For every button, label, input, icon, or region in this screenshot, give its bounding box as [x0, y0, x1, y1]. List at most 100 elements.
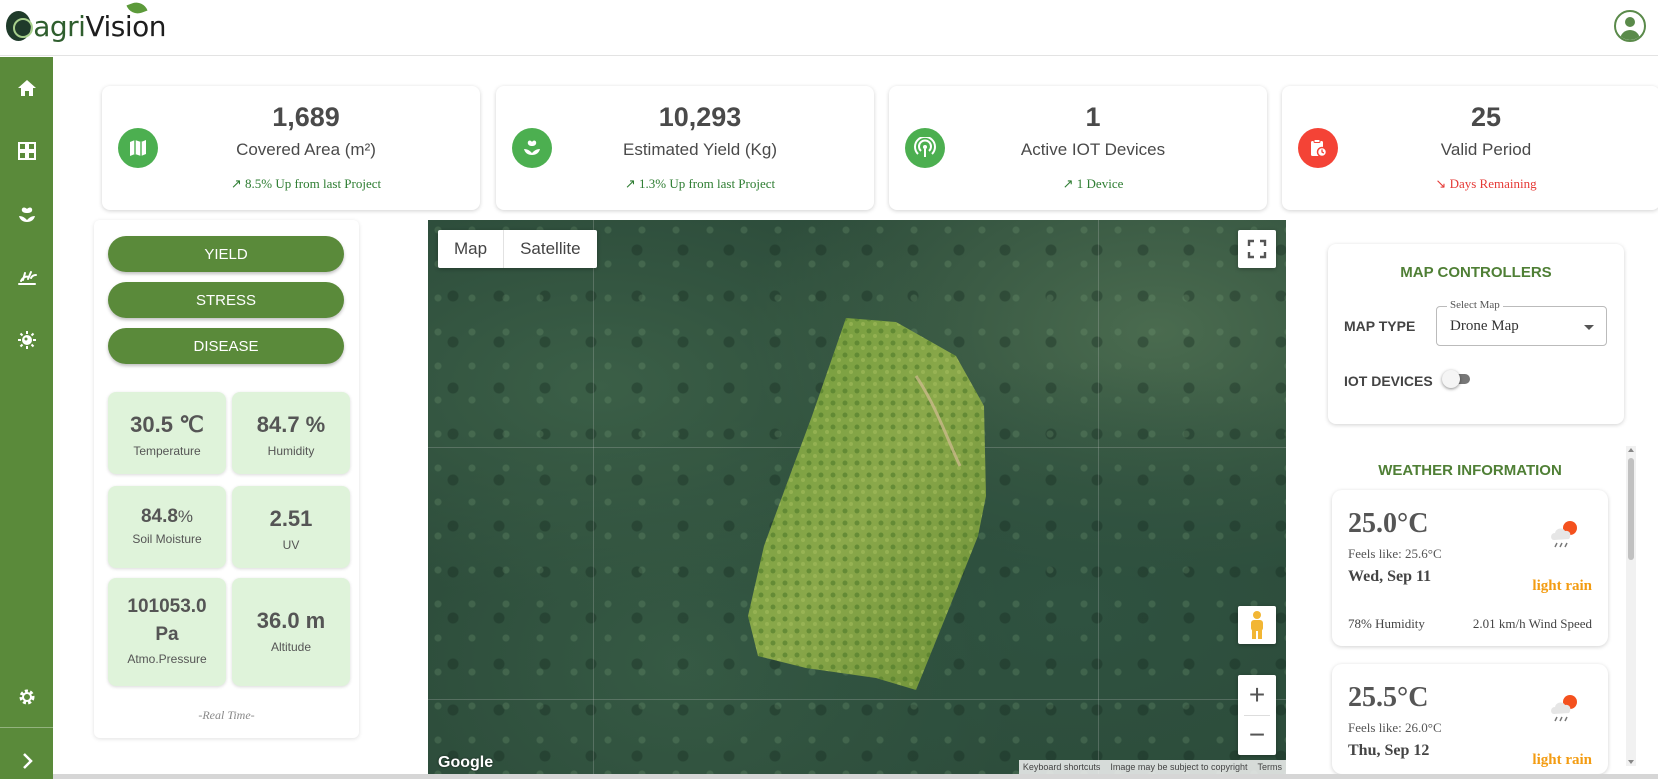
scroll-down-icon[interactable]	[1628, 760, 1634, 764]
zoom-out-button[interactable]: −	[1238, 715, 1276, 755]
weather-condition: light rain	[1532, 752, 1592, 768]
map-controllers-card: MAP CONTROLLERS MAP TYPE Select Map Dron…	[1328, 244, 1624, 424]
map-tile-seam	[1098, 220, 1099, 774]
crop-field-icon	[17, 271, 37, 285]
metric-unit: %	[177, 507, 194, 526]
fullscreen-button[interactable]	[1238, 230, 1276, 268]
sidebar-expand-button[interactable]	[0, 741, 53, 781]
metric-atmo-pressure: 101053.0 Pa Atmo.Pressure	[108, 578, 226, 686]
metric-temperature: 30.5 ℃ Temperature	[108, 392, 226, 474]
virus-icon	[17, 331, 36, 349]
select-legend: Select Map	[1447, 299, 1503, 311]
select-value: Drone Map	[1450, 318, 1519, 334]
stat-trend: ↗ 8.5% Up from last Project	[102, 176, 480, 192]
sidebar-item-settings[interactable]	[0, 677, 53, 717]
map-type-label: MAP TYPE	[1344, 318, 1416, 334]
metric-value: 36.0 m	[256, 608, 326, 633]
yield-button[interactable]: YIELD	[108, 236, 344, 272]
metric-label: Humidity	[267, 444, 315, 458]
stat-trend: ↘ Days Remaining	[1282, 176, 1658, 192]
sidebar-item-disease[interactable]	[0, 320, 53, 360]
metric-uv: 2.51 UV	[232, 486, 350, 568]
stat-trend-text: 1.3% Up from last Project	[639, 176, 776, 191]
metric-label: Altitude	[270, 640, 312, 654]
pegman-icon	[1251, 611, 1263, 639]
stat-card-estimated-yield: 10,293 Estimated Yield (Kg) ↗ 1.3% Up fr…	[496, 86, 874, 210]
metric-soil-moisture: 84.8% Soil Moisture	[108, 486, 226, 568]
stat-value: 1,689	[272, 102, 340, 132]
sidebar-item-crop-field[interactable]	[0, 257, 53, 297]
stat-trend-text: 1 Device	[1076, 176, 1124, 191]
stat-label: Estimated Yield (Kg)	[622, 140, 777, 159]
weather-temp: 25.5°C	[1348, 682, 1429, 713]
map-tab-map[interactable]: Map	[438, 230, 503, 268]
map-view[interactable]: Map Satellite + − Google Keyboard shortc…	[428, 220, 1286, 774]
disease-button[interactable]: DISEASE	[108, 328, 344, 364]
app-logo[interactable]: agriVision	[6, 0, 166, 50]
sensor-panel: YIELD STRESS DISEASE 30.5 ℃ Temperature …	[94, 220, 359, 738]
stat-trend-text: 8.5% Up from last Project	[245, 176, 382, 191]
metric-label: UV	[282, 538, 300, 552]
logo-text-part1: agri	[33, 9, 86, 43]
trending-up-icon: ↗	[1062, 176, 1077, 191]
weather-humidity: 78% Humidity	[1348, 616, 1425, 631]
map-tile-seam	[428, 699, 1286, 700]
stat-value: 25	[1470, 102, 1502, 132]
sidebar-item-home[interactable]	[0, 68, 53, 108]
stat-trend-text: Days Remaining	[1449, 176, 1537, 191]
weather-title: WEATHER INFORMATION	[1378, 462, 1562, 479]
weather-card: 25.0°C Feels like: 25.6°C Wed, Sep 11 li…	[1332, 490, 1608, 646]
rain-cloud-icon	[1551, 521, 1577, 548]
street-view-pegman-button[interactable]	[1238, 606, 1276, 644]
map-tab-satellite[interactable]: Satellite	[503, 230, 596, 268]
keyboard-shortcuts-link[interactable]: Keyboard shortcuts	[1023, 762, 1101, 772]
weather-condition: light rain	[1532, 578, 1592, 594]
chevron-right-icon	[22, 753, 33, 769]
caret-down-icon	[1584, 325, 1594, 330]
fullscreen-icon	[1247, 239, 1267, 259]
logo-text: agriVision	[33, 10, 166, 43]
metric-value-wrap: 84.8%	[108, 506, 226, 528]
weather-scrollbar[interactable]	[1626, 446, 1636, 766]
sidebar	[0, 57, 53, 779]
metric-value: 30.5 ℃	[130, 412, 204, 437]
user-avatar-icon[interactable]	[1614, 10, 1646, 42]
stress-button[interactable]: STRESS	[108, 282, 344, 318]
zoom-in-button[interactable]: +	[1238, 675, 1276, 715]
toggle-knob	[1442, 370, 1460, 388]
metric-altitude: 36.0 m Altitude	[232, 578, 350, 686]
map-controllers-title: MAP CONTROLLERS	[1400, 264, 1552, 281]
weather-feels-like: Feels like: 26.0°C	[1348, 720, 1442, 735]
metric-value: 2.51	[269, 506, 313, 531]
weather-temp: 25.0°C	[1348, 508, 1429, 539]
stat-value: 10,293	[658, 102, 742, 132]
stat-card-valid-period: 25 Valid Period ↘ Days Remaining	[1282, 86, 1658, 210]
scrollbar-thumb[interactable]	[1628, 458, 1634, 560]
stat-value: 1	[1085, 102, 1101, 132]
page-horizontal-scrollbar[interactable]	[53, 774, 1658, 779]
stat-card-covered-area: 1,689 Covered Area (m²) ↗ 8.5% Up from l…	[102, 86, 480, 210]
stat-label: Covered Area (m²)	[236, 140, 376, 159]
logo-mark-icon	[6, 11, 34, 41]
map-tile-seam	[593, 220, 594, 774]
metric-label: Soil Moisture	[132, 532, 202, 546]
map-type-toggle: Map Satellite	[438, 230, 597, 268]
weather-date: Thu, Sep 12	[1348, 742, 1430, 759]
scroll-up-icon[interactable]	[1628, 448, 1634, 452]
google-logo[interactable]: Google	[438, 754, 493, 772]
iot-devices-label: IOT DEVICES	[1344, 373, 1433, 389]
metric-value: 84.7 %	[256, 412, 326, 437]
top-bar: agriVision	[0, 0, 1658, 56]
sidebar-item-dashboard[interactable]	[0, 131, 53, 171]
terms-link[interactable]: Terms	[1258, 762, 1283, 772]
realtime-caption: -Real Time-	[198, 708, 255, 722]
stat-trend: ↗ 1.3% Up from last Project	[496, 176, 874, 192]
iot-devices-toggle[interactable]	[1442, 370, 1470, 388]
home-icon	[17, 80, 36, 96]
settings-icon	[19, 689, 34, 705]
map-type-select[interactable]: Select Map Drone Map	[1436, 299, 1607, 346]
dashboard-icon	[17, 142, 36, 160]
sidebar-item-plant[interactable]	[0, 194, 53, 234]
sidebar-divider	[0, 727, 53, 728]
copyright-notice: Image may be subject to copyright	[1110, 762, 1248, 772]
